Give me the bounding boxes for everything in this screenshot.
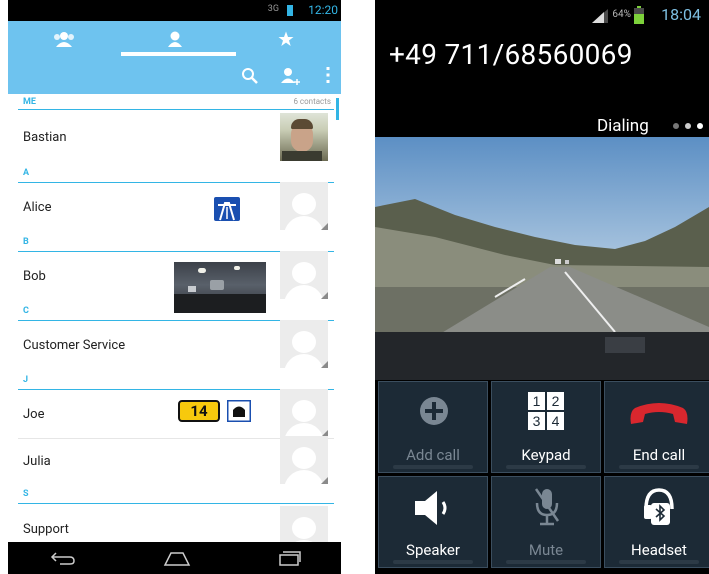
keypad-icon: 1 2 3 4 (528, 392, 564, 430)
battery-icon (634, 6, 644, 24)
status-time: 12:20 (308, 3, 338, 17)
mute-button[interactable]: Mute (491, 476, 601, 568)
section-a: A (23, 168, 30, 178)
section-s: S (23, 489, 29, 499)
group-icon (53, 31, 74, 47)
status-time: 18:04 (661, 5, 701, 24)
key-2: 2 (552, 393, 560, 409)
avatar-placeholder (280, 436, 328, 484)
speaker-button[interactable]: Speaker (378, 476, 488, 568)
me-header: ME (23, 97, 36, 107)
speaker-label: Speaker (406, 541, 460, 559)
headset-label: Headset (631, 541, 687, 559)
add-call-button[interactable]: Add call (378, 381, 488, 473)
avatar-photo (280, 113, 328, 161)
call-state: Dialing (597, 116, 649, 136)
autobahn-sign-icon (214, 197, 240, 221)
action-bar (8, 56, 341, 94)
avatar-placeholder (280, 251, 328, 299)
mute-label: Mute (528, 541, 564, 559)
status-bar: 64% 18:04 (375, 0, 709, 28)
section-divider (18, 109, 334, 110)
contact-name: Alice (23, 200, 52, 215)
speaker-icon (415, 491, 447, 525)
mute-icon (534, 488, 560, 526)
back-icon[interactable] (50, 550, 76, 566)
section-j: J (23, 375, 29, 385)
contact-name: Joe (23, 407, 45, 422)
progress-dots-icon (673, 123, 703, 129)
keypad-button[interactable]: 1 2 3 4 Keypad (491, 381, 601, 473)
button-underline (506, 465, 586, 469)
contact-name: Customer Service (23, 338, 126, 353)
add-call-label: Add call (406, 446, 460, 464)
signal-icon (592, 9, 608, 23)
scrollbar[interactable] (336, 98, 339, 120)
tunnel-sign-icon (227, 400, 251, 422)
highway-photo (375, 137, 709, 380)
bluetooth-headset-icon (644, 488, 674, 525)
avatar-placeholder (280, 506, 328, 542)
button-underline (619, 465, 699, 469)
section-divider (18, 503, 334, 504)
contact-name: Support (23, 522, 69, 537)
key-3: 3 (533, 413, 541, 429)
key-1: 1 (533, 393, 541, 409)
tab-contacts[interactable] (119, 21, 230, 56)
route-number-badge: 14 (178, 400, 220, 422)
tab-groups[interactable] (8, 21, 119, 56)
end-call-icon (630, 403, 688, 424)
avatar-placeholder (280, 389, 328, 437)
section-c: C (23, 306, 29, 316)
avatar-placeholder (280, 320, 328, 368)
contact-name: Julia (23, 454, 51, 469)
contact-name: Bastian (23, 130, 67, 145)
contact-list: ME 6 contacts Bastian A Alice B Bob C Cu… (8, 94, 341, 542)
tab-bar (8, 21, 341, 56)
recents-icon[interactable] (278, 550, 302, 566)
tab-favorites[interactable] (230, 21, 341, 56)
button-underline (393, 560, 473, 564)
avatar-placeholder (280, 182, 328, 230)
phone-number: +49 711/68560069 (389, 38, 633, 71)
button-underline (393, 465, 473, 469)
person-icon (167, 31, 182, 47)
tunnel-photo (174, 262, 266, 313)
network-indicator: 3G (267, 4, 279, 14)
end-call-button[interactable]: End call (604, 381, 709, 473)
headset-button[interactable]: Headset (604, 476, 709, 568)
contacts-app: 3G 12:20 ME 6 contacts Bastian A Alice B… (8, 0, 341, 574)
add-call-icon (420, 397, 448, 425)
navigation-bar (8, 542, 341, 574)
home-icon[interactable] (163, 549, 191, 567)
call-screen: 64% 18:04 +49 711/68560069 Dialing Add c… (375, 0, 709, 574)
keypad-label: Keypad (521, 446, 571, 464)
key-4: 4 (552, 413, 560, 429)
route-number: 14 (190, 402, 208, 420)
contact-count: 6 contacts (293, 97, 331, 106)
button-underline (506, 560, 586, 564)
end-call-label: End call (632, 446, 686, 464)
battery-percent: 64% (612, 9, 631, 20)
contact-name: Bob (23, 269, 46, 284)
star-icon (278, 31, 293, 46)
caller-photo (375, 137, 709, 380)
section-b: B (23, 237, 29, 247)
add-contact-icon[interactable] (280, 66, 300, 86)
battery-icon (287, 5, 293, 16)
overflow-menu-icon[interactable] (325, 66, 331, 84)
search-icon[interactable] (241, 67, 259, 85)
status-bar: 3G 12:20 (8, 0, 341, 21)
button-underline (619, 560, 699, 564)
